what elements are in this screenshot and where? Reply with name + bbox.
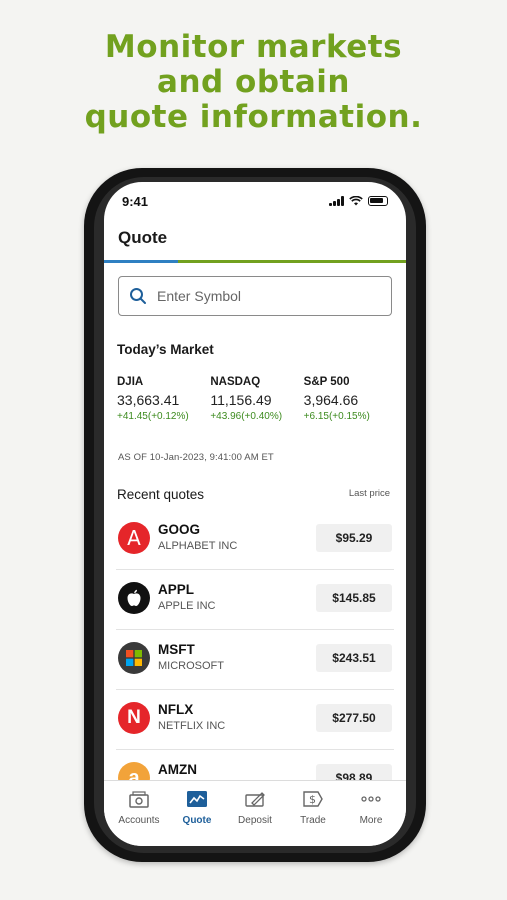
page-title: Quote <box>118 228 168 247</box>
quote-row-nflx[interactable]: N NFLX NETFLIX INC $277.50 <box>116 690 394 750</box>
index-name: NASDAQ <box>210 376 261 388</box>
index-name: S&P 500 <box>303 376 350 388</box>
symbol-search[interactable] <box>118 276 392 316</box>
todays-market-heading: Today’s Market <box>117 342 214 357</box>
alphabet-logo-letter: A <box>127 526 141 550</box>
accounts-icon <box>128 789 150 809</box>
battery-icon <box>368 196 388 206</box>
quote-price: $145.85 <box>316 584 392 612</box>
index-change: +43.96(+0.40%) <box>210 411 283 422</box>
quote-company: ALPHABET INC <box>158 540 238 552</box>
alphabet-logo-icon: A <box>118 522 150 554</box>
tab-more[interactable]: More <box>342 789 400 846</box>
quote-company: MICROSOFT <box>158 660 224 672</box>
wifi-icon <box>349 196 363 206</box>
quote-row-goog[interactable]: A GOOG ALPHABET INC $95.29 <box>116 510 394 570</box>
signal-icon <box>329 196 344 206</box>
tab-trade[interactable]: $ Trade <box>284 789 342 846</box>
more-icon <box>360 789 382 809</box>
search-input[interactable] <box>157 288 377 304</box>
headline-line-1: Monitor markets <box>104 29 403 65</box>
index-change: +6.15(+0.15%) <box>303 411 370 422</box>
quote-symbol: APPL <box>158 582 195 597</box>
market-indices: DJIA 33,663.41 +41.45(+0.12%) NASDAQ 11,… <box>117 376 397 422</box>
quote-price: $243.51 <box>316 644 392 672</box>
recent-quotes-list: A GOOG ALPHABET INC $95.29 APPL APPLE IN… <box>116 510 394 810</box>
quote-company: NETFLIX INC <box>158 720 226 732</box>
index-value: 33,663.41 <box>117 392 180 408</box>
app-screen: 9:41 Quote Today’s Market DJIA 33,663.41… <box>104 182 406 846</box>
headline-line-2: and obtain <box>157 64 350 100</box>
tab-quote[interactable]: Quote <box>168 789 226 846</box>
status-bar: 9:41 <box>104 192 406 212</box>
status-time: 9:41 <box>122 194 149 209</box>
header-underline-active <box>104 260 178 263</box>
index-change: +41.45(+0.12%) <box>117 411 189 422</box>
windows-icon <box>118 642 150 674</box>
tab-deposit[interactable]: Deposit <box>226 789 284 846</box>
apple-icon <box>118 582 150 614</box>
tab-accounts[interactable]: Accounts <box>110 789 168 846</box>
last-price-column-label: Last price <box>348 488 390 499</box>
quote-price: $95.29 <box>316 524 392 552</box>
tab-label: More <box>359 815 383 826</box>
trade-icon: $ <box>302 789 324 809</box>
index-djia[interactable]: DJIA 33,663.41 +41.45(+0.12%) <box>117 376 210 422</box>
quote-symbol: MSFT <box>158 642 195 657</box>
quote-company: APPLE INC <box>158 600 216 612</box>
netflix-logo-icon: N <box>118 702 150 734</box>
index-nasdaq[interactable]: NASDAQ 11,156.49 +43.96(+0.40%) <box>210 376 303 422</box>
recent-quotes-heading: Recent quotes <box>117 487 205 502</box>
as-of-timestamp: AS OF 10-Jan-2023, 9:41:00 AM ET <box>118 452 274 463</box>
tab-label: Deposit <box>238 815 272 826</box>
tab-label: Quote <box>182 815 212 826</box>
tab-label: Trade <box>300 815 326 826</box>
deposit-icon <box>244 789 266 809</box>
index-value: 3,964.66 <box>303 392 359 408</box>
tab-label: Accounts <box>118 815 160 826</box>
svg-text:$: $ <box>309 793 316 806</box>
headline-line-3: quote information. <box>84 99 423 135</box>
index-sp500[interactable]: S&P 500 3,964.66 +6.15(+0.15%) <box>304 376 397 422</box>
quote-row-appl[interactable]: APPL APPLE INC $145.85 <box>116 570 394 630</box>
promo-headline: Monitor markets and obtain quote informa… <box>0 30 507 135</box>
quote-symbol: AMZN <box>158 762 197 777</box>
status-icons <box>329 196 388 206</box>
bottom-tab-bar: Accounts Quote Deposit $ Trade More <box>104 780 406 846</box>
quote-chart-icon <box>186 789 208 809</box>
quote-row-msft[interactable]: MSFT MICROSOFT $243.51 <box>116 630 394 690</box>
quote-symbol: GOOG <box>158 522 201 537</box>
header-underline <box>104 260 406 263</box>
quote-price: $277.50 <box>316 704 392 732</box>
index-value: 11,156.49 <box>210 392 272 408</box>
search-icon <box>130 288 146 304</box>
netflix-logo-letter: N <box>127 707 141 728</box>
quote-symbol: NFLX <box>158 702 194 717</box>
index-name: DJIA <box>117 376 144 388</box>
